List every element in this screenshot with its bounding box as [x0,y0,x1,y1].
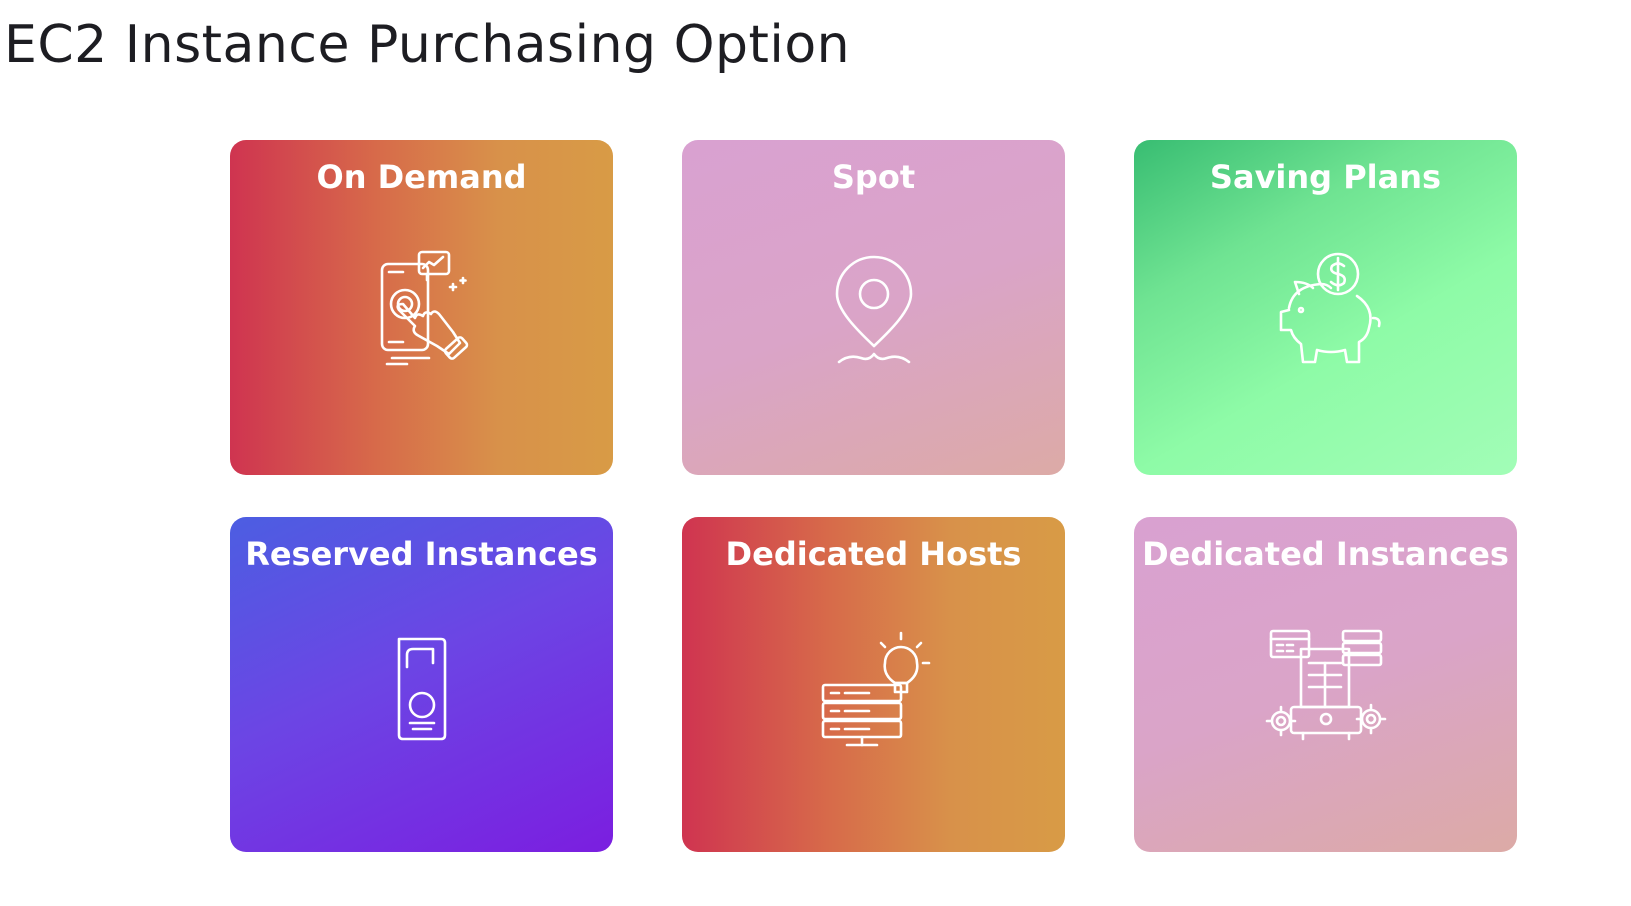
card-dedicated-instances[interactable]: Dedicated Instances [1134,517,1517,852]
server-gears-icon [1261,623,1391,753]
page-title: EC2 Instance Purchasing Option [4,15,851,75]
card-title: Dedicated Instances [1142,535,1509,573]
card-title: Spot [831,158,916,196]
card-title: Saving Plans [1209,158,1442,196]
card-title: On Demand [316,158,527,196]
server-lightbulb-icon [809,623,939,753]
location-pin-icon [809,246,939,376]
door-hanger-icon [357,623,487,753]
card-saving-plans[interactable]: Saving Plans [1134,140,1517,475]
card-spot[interactable]: Spot [682,140,1065,475]
touch-screen-hand-icon [357,246,487,376]
card-dedicated-hosts[interactable]: Dedicated Hosts [682,517,1065,852]
card-title: Dedicated Hosts [725,535,1022,573]
card-on-demand[interactable]: On Demand [230,140,613,475]
card-title: Reserved Instances [245,535,598,573]
piggy-bank-dollar-icon [1261,246,1391,376]
card-reserved-instances[interactable]: Reserved Instances [230,517,613,852]
